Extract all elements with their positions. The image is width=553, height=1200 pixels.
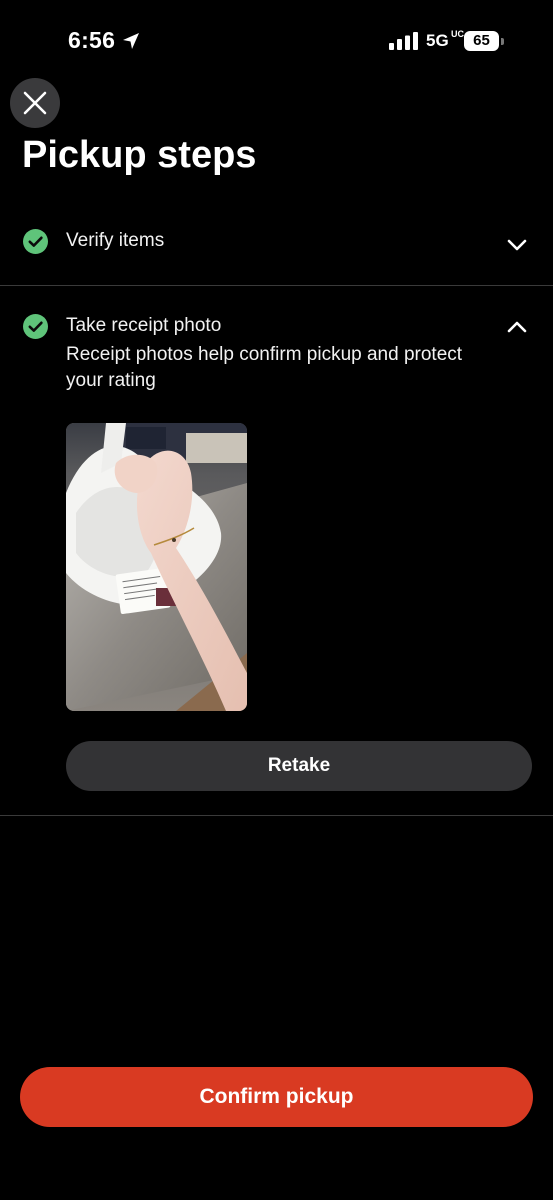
close-button[interactable] [10,78,60,128]
close-icon [23,91,47,115]
chevron-down-icon[interactable] [505,233,529,257]
network-suffix: UC [451,29,464,39]
step-label: Take receipt photo [66,315,222,336]
network-indicator: 5G UC [426,30,464,51]
divider [0,815,553,816]
chevron-up-icon[interactable] [505,315,529,339]
divider [0,285,553,286]
page-title: Pickup steps [22,134,257,176]
location-arrow-icon [123,33,139,49]
retake-button[interactable]: Retake [66,741,532,791]
status-bar: 6:56 5G UC 65 [0,0,553,80]
step-verify-items[interactable]: Verify items [0,218,553,284]
signal-icon [389,32,418,50]
confirm-pickup-button[interactable]: Confirm pickup [20,1067,533,1127]
battery-icon: 65 [464,31,504,51]
receipt-photo-image [66,423,247,711]
check-circle-icon [23,314,48,339]
battery-level: 65 [464,31,499,51]
receipt-photo[interactable] [66,423,247,711]
check-circle-icon [23,229,48,254]
battery-cap [501,38,504,45]
step-label: Verify items [66,230,165,251]
status-time: 6:56 [68,27,116,53]
network-type: 5G [426,31,449,50]
step-description: Receipt photos help confirm pickup and p… [66,344,463,391]
